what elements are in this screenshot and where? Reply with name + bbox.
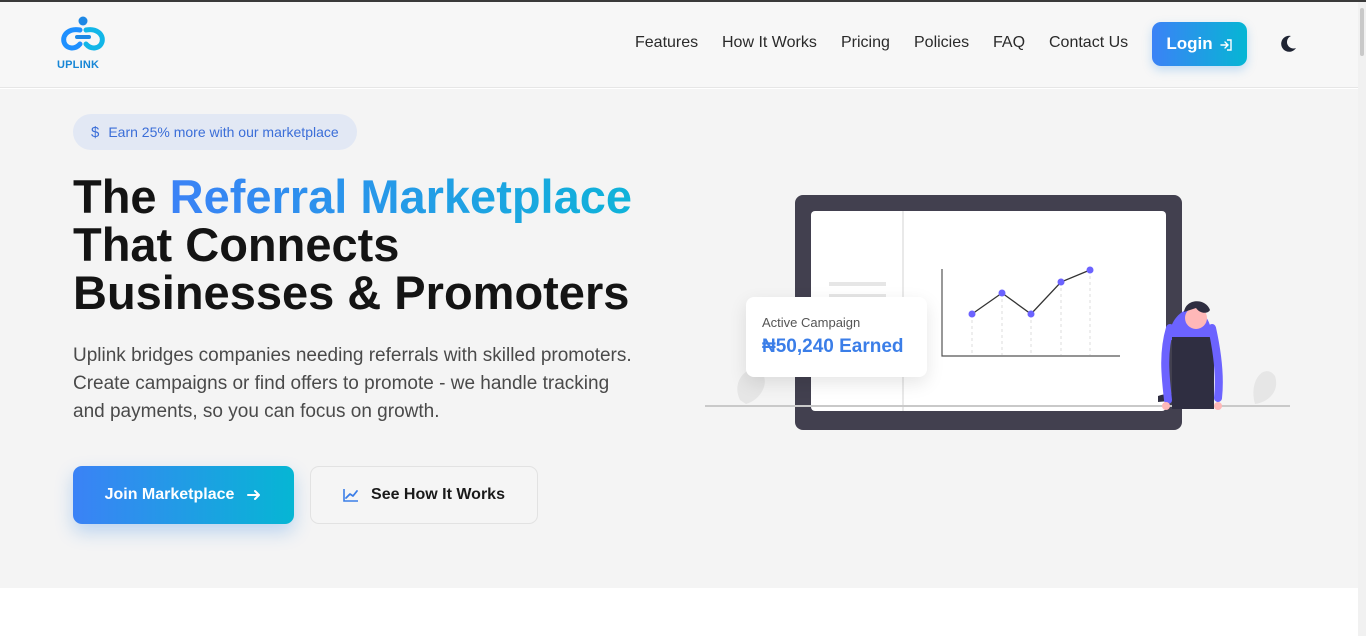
hero-title-highlight: Referral Marketplace bbox=[169, 170, 633, 223]
dashboard-illustration bbox=[705, 195, 1290, 430]
see-how-it-works-button[interactable]: See How It Works bbox=[310, 466, 538, 524]
active-campaign-label: Active Campaign bbox=[762, 315, 861, 330]
page-scrollbar[interactable] bbox=[1358, 2, 1366, 636]
chart-line-icon bbox=[343, 489, 359, 502]
brand-name: UPLINK bbox=[57, 59, 100, 71]
hero-description: Uplink bridges companies needing referra… bbox=[73, 345, 632, 422]
dollar-icon: $ bbox=[91, 123, 100, 141]
earn-badge: $ Earn 25% more with our marketplace bbox=[73, 114, 357, 150]
nav-faq[interactable]: FAQ bbox=[993, 34, 1025, 52]
arrow-right-icon bbox=[247, 490, 261, 500]
hero-title: The Referral Marketplace That Connects B… bbox=[73, 173, 693, 317]
see-how-it-works-label: See How It Works bbox=[371, 486, 505, 503]
uplink-logo-icon bbox=[61, 16, 105, 51]
hero-title-line3: Businesses & Promoters bbox=[73, 266, 630, 319]
hero-title-prefix: The bbox=[73, 170, 170, 223]
nav-pricing[interactable]: Pricing bbox=[841, 34, 890, 52]
join-marketplace-button[interactable]: Join Marketplace bbox=[73, 466, 294, 524]
moon-icon[interactable] bbox=[1278, 34, 1298, 54]
join-marketplace-label: Join Marketplace bbox=[104, 486, 235, 503]
login-button[interactable]: Login bbox=[1152, 22, 1247, 66]
earn-badge-text: Earn 25% more with our marketplace bbox=[108, 124, 339, 140]
nav-features[interactable]: Features bbox=[635, 34, 698, 52]
leaf-right bbox=[1253, 371, 1277, 404]
login-button-label: Login bbox=[1166, 34, 1213, 53]
site-header: UPLINK Features How It Works Pricing Pol… bbox=[0, 2, 1358, 88]
active-campaign-card: Active Campaign ₦50,240 Earned bbox=[746, 297, 927, 377]
brand-logo[interactable]: UPLINK bbox=[56, 16, 110, 74]
hero-title-line2: That Connects bbox=[73, 218, 400, 271]
active-campaign-earned: ₦50,240 Earned bbox=[762, 336, 904, 357]
scrollbar-thumb[interactable] bbox=[1360, 8, 1364, 56]
nav-how-it-works[interactable]: How It Works bbox=[722, 34, 817, 52]
login-arrow-icon bbox=[1219, 38, 1232, 51]
nav-contact-us[interactable]: Contact Us bbox=[1049, 34, 1128, 52]
nav-policies[interactable]: Policies bbox=[914, 34, 969, 52]
